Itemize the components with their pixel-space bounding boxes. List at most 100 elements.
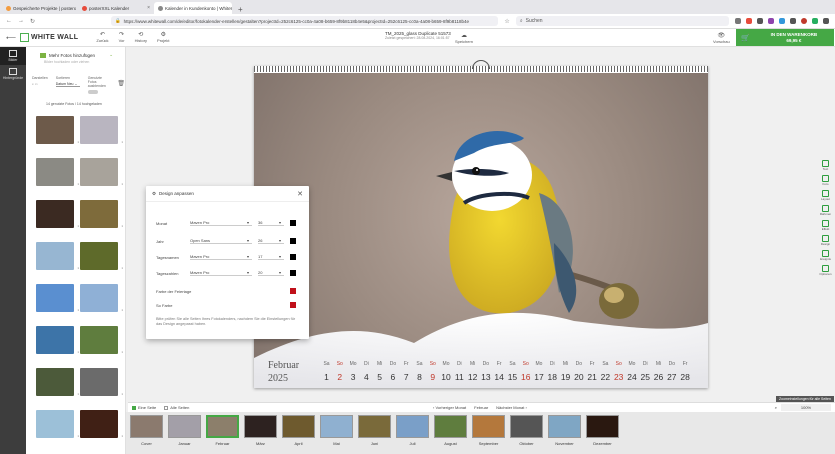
add-to-cart-button[interactable]: 🛒 IN DEN WARENKORB 69,95 € [736,29,834,46]
one-page-checkbox[interactable] [132,405,136,410]
photo-thumbnail[interactable]: 1 [80,326,123,354]
color-swatch[interactable] [290,254,296,260]
zoom-value[interactable]: 100% [781,404,831,411]
address-bar[interactable]: 🔒 https://www.whitewall.com/de/editor/fo… [111,16,499,26]
one-page-label[interactable]: Eine Seite [138,405,156,410]
vor-button[interactable]: ↷ Vor [119,32,125,43]
month-thumb-februar[interactable]: Februar [206,415,239,454]
sort-select[interactable]: Datum Neu ⌄ [55,82,80,87]
size-select[interactable]: 17 ▾ [258,254,284,260]
tool-ereignis[interactable]: Ereignis [820,250,831,261]
extension-icon[interactable] [790,18,796,24]
extension-icon[interactable] [812,18,818,24]
sunday-color-swatch[interactable] [290,302,296,308]
size-select[interactable]: 20 ▾ [258,270,284,276]
tool-design[interactable]: Design [821,235,830,246]
calendar-photo[interactable]: Februar 2025 Sa 1 So 2 Mo 3 Di 4 Mi 5 Do 6 Fr 7 Sa 8 So 9… [254,73,708,388]
photo-thumbnail[interactable]: 1 [36,284,79,312]
menu-icon[interactable] [823,18,829,24]
month-thumb-juni[interactable]: Juni [358,415,391,454]
download-icon[interactable] [735,18,741,24]
photo-thumbnail[interactable]: 1 [36,200,79,228]
adblock-icon[interactable] [801,18,807,24]
all-pages-checkbox[interactable] [164,405,169,410]
photo-thumbnail[interactable]: 1 [80,368,123,396]
rail-item-hintergründe[interactable]: Hintergründe [0,65,26,83]
browser-tab[interactable]: posterXXL Kalender × [78,2,154,14]
back-icon[interactable]: ⟵ [6,34,16,42]
zoom-icon[interactable]: ⌕ [775,405,777,410]
preview-button[interactable]: 👁 Vorschau [713,32,730,44]
font-select[interactable]: Maven Pro ▾ [190,254,252,260]
search-field[interactable]: ⌕ Suchen [515,16,729,26]
next-month-button[interactable]: Nächster Monat › [496,405,527,410]
extension-icon[interactable] [768,18,774,24]
font-select[interactable]: Open Sans ▾ [190,238,252,244]
size-select[interactable]: 26 ▾ [258,238,284,244]
browser-tab[interactable]: Kalender in Kundenkonto | WhiteWall× [154,2,232,14]
view-toggle-icon[interactable]: ⌕ ▭ [32,82,48,86]
month-thumb-august[interactable]: August [434,415,467,454]
extension-icon[interactable] [746,18,752,24]
photo-thumbnail[interactable]: 1 [36,116,79,144]
back-arrow-icon[interactable]: ← [6,18,12,24]
month-thumb-mai[interactable]: Mai [320,415,353,454]
month-thumb-september[interactable]: September [472,415,505,454]
year-text[interactable]: 2025 [268,373,288,384]
save-button[interactable]: ☁ Speichern [455,32,473,44]
holiday-color-swatch[interactable] [290,288,296,294]
photo-thumbnail[interactable]: 1 [80,200,123,228]
extension-icon[interactable] [757,18,763,24]
size-select[interactable]: 36 ▾ [258,220,284,226]
font-select[interactable]: Maven Pro ▾ [190,270,252,276]
color-swatch[interactable] [290,220,296,226]
browser-tab[interactable]: Gespeicherte Projekte | posterx× [2,2,78,14]
month-label: Dezember [593,441,612,446]
tool-layout[interactable]: Layout [821,190,830,201]
photo-thumbnail[interactable]: 1 [80,284,123,312]
color-swatch[interactable] [290,238,296,244]
trash-icon[interactable]: 🗑 [117,80,125,94]
month-thumb-märz[interactable]: März [244,415,277,454]
photo-thumbnail[interactable]: 1 [36,242,79,270]
history-button[interactable]: ⟲ History [135,32,147,43]
add-photos-button[interactable]: Mehr Fotos hinzufügen ⌄ [40,51,113,59]
month-name[interactable]: Februar [268,360,299,371]
photo-thumbnail[interactable]: 1 [80,158,123,186]
photo-thumbnail[interactable]: 1 [36,410,79,438]
forward-arrow-icon[interactable]: → [18,18,24,24]
photo-thumbnail[interactable]: 1 [80,242,123,270]
all-pages-label[interactable]: Alle Seiten [170,405,189,410]
photo-thumbnail[interactable]: 1 [80,116,123,144]
close-icon[interactable]: ✕ [297,190,303,198]
calendar-page[interactable]: Februar 2025 Sa 1 So 2 Mo 3 Di 4 Mi 5 Do 6 Fr 7 Sa 8 So 9… [254,60,708,388]
month-thumb-cover[interactable]: Cover [130,415,163,454]
extension-icon[interactable] [779,18,785,24]
tool-foto[interactable]: Foto [822,175,829,186]
photo-thumbnail[interactable]: 1 [36,368,79,396]
projekt-button[interactable]: ⚙ Projekt [157,32,169,43]
close-tab-icon[interactable]: × [147,5,150,11]
month-thumb-juli[interactable]: Juli [396,415,429,454]
month-thumb-januar[interactable]: Januar [168,415,201,454]
color-swatch[interactable] [290,270,296,276]
photo-thumbnail[interactable]: 1 [36,158,79,186]
photo-thumbnail[interactable]: 1 [80,410,123,438]
rail-item-bilder[interactable]: Bilder [0,47,26,65]
new-tab-icon[interactable]: + [232,5,249,14]
tool-optionen[interactable]: Optionen [819,265,832,276]
reload-icon[interactable]: ↻ [30,18,35,25]
month-thumb-oktober[interactable]: Oktober [510,415,543,454]
bookmark-star-icon[interactable]: ☆ [504,18,509,25]
tool-text[interactable]: Text [822,160,829,171]
font-select[interactable]: Maven Pro ▾ [190,220,252,226]
prev-month-button[interactable]: ‹ Vorheriger Monat [433,405,466,410]
zurück-button[interactable]: ↶ Zurück [96,32,108,43]
month-thumb-april[interactable]: April [282,415,315,454]
tool-rahmen[interactable]: Rahmen [820,205,831,216]
photo-thumbnail[interactable]: 1 [36,326,79,354]
tool-effekt[interactable]: Effekt [822,220,829,231]
month-thumb-november[interactable]: November [548,415,581,454]
month-thumb-dezember[interactable]: Dezember [586,415,619,454]
hide-used-toggle[interactable] [87,90,98,94]
